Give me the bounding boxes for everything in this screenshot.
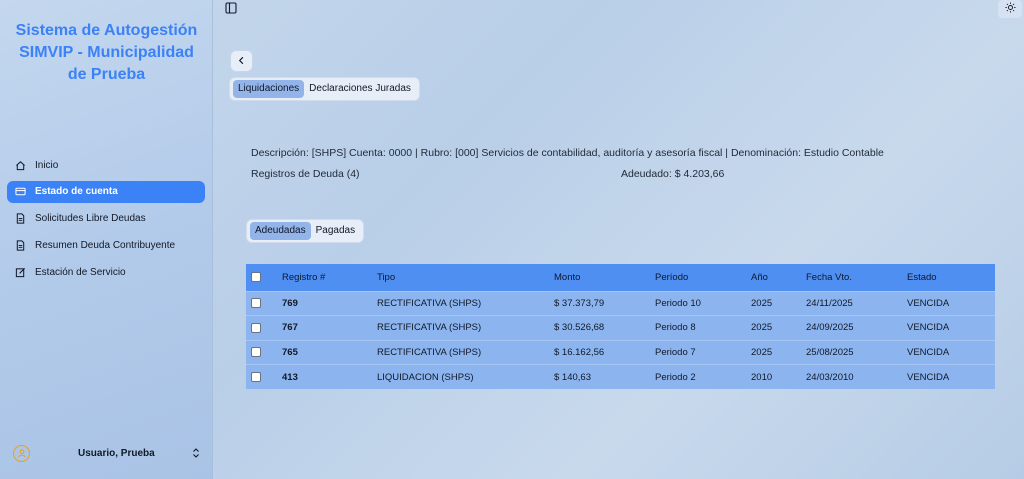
sun-icon — [1004, 0, 1016, 18]
home-icon — [14, 159, 26, 171]
sidebar-toggle-icon[interactable] — [224, 1, 238, 15]
edit-icon — [14, 266, 26, 278]
chevron-left-icon — [237, 52, 246, 70]
tab-declaraciones-juradas[interactable]: Declaraciones Juradas — [304, 80, 416, 98]
debt-tabs: Adeudadas Pagadas — [246, 219, 365, 243]
cell-estado: VENCIDA — [907, 346, 950, 358]
column-header[interactable]: Período — [655, 264, 751, 291]
cell-periodo: Periodo 8 — [655, 322, 696, 334]
cell-fecha: 24/11/2025 — [806, 297, 853, 309]
select-all-checkbox[interactable] — [251, 272, 261, 283]
row-checkbox[interactable] — [251, 347, 261, 358]
column-header[interactable]: Registro # — [282, 264, 377, 291]
sidebar-nav: Inicio Estado de cuenta Solicitudes Libr… — [7, 154, 205, 288]
cell-anio: 2025 — [751, 297, 773, 309]
debt-table: Registro # Tipo Monto Período Año Fecha … — [246, 264, 995, 389]
cell-registro: 765 — [282, 346, 298, 358]
theme-toggle-button[interactable] — [998, 0, 1022, 18]
table-row[interactable]: 413 LIQUIDACION (SHPS) $ 140,63 Periodo … — [246, 364, 995, 389]
document-icon — [14, 239, 26, 251]
table-row[interactable]: 765 RECTIFICATIVA (SHPS) $ 16.162,56 Per… — [246, 340, 995, 365]
sidebar-item-label: Inicio — [35, 159, 59, 171]
user-menu[interactable]: Usuario, Prueba — [8, 442, 206, 464]
cell-monto: $ 37.373,79 — [554, 297, 605, 309]
document-icon — [14, 213, 26, 225]
row-checkbox[interactable] — [251, 298, 261, 309]
row-checkbox[interactable] — [251, 371, 261, 382]
sidebar-item-label: Estación de Servicio — [35, 266, 126, 278]
cell-anio: 2025 — [751, 322, 773, 334]
cell-estado: VENCIDA — [907, 322, 950, 334]
sidebar-item-estacion-servicio[interactable]: Estación de Servicio — [7, 261, 205, 283]
sidebar-item-inicio[interactable]: Inicio — [7, 154, 205, 176]
cell-fecha: 24/03/2010 — [806, 371, 854, 383]
cell-periodo: Periodo 10 — [655, 297, 701, 309]
cell-registro: 413 — [282, 371, 298, 383]
sidebar-item-label: Estado de cuenta — [35, 186, 118, 198]
main-tabs: Liquidaciones Declaraciones Juradas — [229, 77, 420, 101]
sidebar: Sistema de Autogestión SIMVIP - Municipa… — [0, 0, 213, 479]
table-row[interactable]: 769 RECTIFICATIVA (SHPS) $ 37.373,79 Per… — [246, 291, 995, 316]
user-circle-icon — [13, 444, 30, 462]
column-header[interactable]: Fecha Vto. — [806, 264, 907, 291]
account-description: Descripción: [SHPS] Cuenta: 0000 | Rubro… — [251, 147, 884, 159]
row-checkbox[interactable] — [251, 322, 261, 333]
credit-card-icon — [14, 186, 26, 198]
user-name: Usuario, Prueba — [78, 447, 155, 459]
table-header-row: Registro # Tipo Monto Período Año Fecha … — [246, 264, 995, 291]
registros-count: Registros de Deuda (4) — [251, 168, 360, 180]
sidebar-item-label: Solicitudes Libre Deudas — [35, 213, 146, 225]
cell-tipo: LIQUIDACION (SHPS) — [377, 371, 474, 383]
cell-tipo: RECTIFICATIVA (SHPS) — [377, 297, 482, 309]
cell-tipo: RECTIFICATIVA (SHPS) — [377, 346, 482, 358]
cell-anio: 2010 — [751, 371, 773, 383]
app-title: Sistema de Autogestión SIMVIP - Municipa… — [15, 22, 198, 83]
column-header[interactable]: Estado — [907, 264, 995, 291]
tab-pagadas[interactable]: Pagadas — [311, 222, 360, 240]
table-row[interactable]: 767 RECTIFICATIVA (SHPS) $ 30.526,68 Per… — [246, 315, 995, 340]
adeudado-total: Adeudado: $ 4.203,66 — [621, 168, 725, 180]
cell-monto: $ 16.162,56 — [554, 346, 605, 358]
cell-estado: VENCIDA — [907, 371, 950, 383]
sidebar-item-solicitudes[interactable]: Solicitudes Libre Deudas — [7, 208, 205, 230]
cell-fecha: 25/08/2025 — [806, 346, 854, 358]
cell-anio: 2025 — [751, 346, 773, 358]
tab-adeudadas[interactable]: Adeudadas — [250, 222, 311, 240]
cell-monto: $ 30.526,68 — [554, 322, 605, 334]
cell-monto: $ 140,63 — [554, 371, 591, 383]
cell-periodo: Periodo 2 — [655, 371, 696, 383]
column-header[interactable]: Monto — [554, 264, 655, 291]
cell-registro: 769 — [282, 297, 298, 309]
column-header[interactable]: Tipo — [377, 264, 554, 291]
chevron-up-down-icon — [190, 447, 202, 459]
tab-liquidaciones[interactable]: Liquidaciones — [233, 80, 305, 98]
column-header[interactable]: Año — [751, 264, 806, 291]
back-button[interactable] — [230, 50, 253, 72]
sidebar-item-estado-de-cuenta[interactable]: Estado de cuenta — [7, 180, 205, 203]
cell-fecha: 24/09/2025 — [806, 322, 854, 334]
cell-periodo: Periodo 7 — [655, 346, 696, 358]
sidebar-item-label: Resumen Deuda Contribuyente — [35, 239, 176, 251]
cell-tipo: RECTIFICATIVA (SHPS) — [377, 322, 482, 334]
sidebar-item-resumen-deuda[interactable]: Resumen Deuda Contribuyente — [7, 234, 205, 256]
cell-estado: VENCIDA — [907, 297, 950, 309]
cell-registro: 767 — [282, 322, 298, 334]
